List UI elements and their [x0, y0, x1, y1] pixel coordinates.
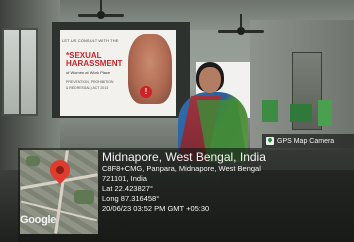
slide-line-2: & REDRESSAL) ACT 2013 [66, 86, 109, 90]
photo-scene: LET US CONSULT WITH THE *SEXUAL HARASSME… [0, 0, 354, 242]
location-title: Midnapore, West Bengal, India [102, 150, 266, 164]
projected-slide: LET US CONSULT WITH THE *SEXUAL HARASSME… [60, 30, 176, 116]
glitch-strip [318, 100, 332, 126]
map-brand: Google [20, 214, 57, 226]
glitch-strip [262, 100, 278, 122]
gps-map-camera-tag: GPS Map Camera [262, 134, 354, 148]
address-line-2: 721101, India [102, 174, 147, 183]
ceiling-fan-icon [78, 0, 124, 22]
glitch-strip [290, 104, 312, 122]
datetime: 20/06/23 03:52 PM GMT +05:30 [102, 204, 210, 213]
face [199, 67, 221, 93]
slide-subtitle: of Women at Work Place [66, 70, 111, 75]
slide-line-1: PREVENTION, PROHIBITION [66, 80, 114, 84]
stop-sign-icon: ! [140, 86, 152, 98]
window [2, 28, 38, 116]
latitude: Lat 22.423827° [102, 184, 153, 193]
map-pin-icon [266, 137, 274, 145]
speaker-woman [172, 62, 254, 162]
address-line-1: C8F8+CMG, Panpara, Midnapore, West Benga… [102, 164, 261, 173]
gps-text-block: Midnapore, West Bengal, India C8F8+CMG, … [102, 150, 266, 214]
gps-tag-label: GPS Map Camera [277, 137, 335, 145]
slide-top-text: LET US CONSULT WITH THE [62, 38, 119, 43]
slide-title-line2: HARASSMENT [66, 59, 123, 68]
ceiling-fan-icon [218, 14, 264, 38]
longitude: Long 87.316458° [102, 194, 160, 203]
